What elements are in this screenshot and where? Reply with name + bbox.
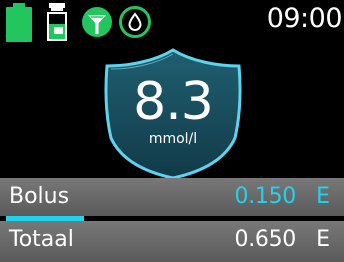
total-unit: E <box>316 227 330 252</box>
bolus-unit: E <box>316 184 330 209</box>
total-row[interactable]: Totaal 0.650 E <box>0 221 344 262</box>
sensor-icon <box>82 7 112 37</box>
status-bar: 09:00 <box>0 0 344 44</box>
pump-home-screen: 09:00 8.3 mmol/l Bolus 0.150 E Totaal 0.… <box>0 0 344 262</box>
bolus-label: Bolus <box>9 184 70 209</box>
bg-value: 8.3 <box>133 72 214 132</box>
total-label: Totaal <box>9 227 74 252</box>
battery-icon <box>6 3 32 42</box>
bolus-row[interactable]: Bolus 0.150 E <box>0 178 344 216</box>
clock-time: 09:00 <box>266 3 343 34</box>
total-value: 0.650 <box>234 227 297 252</box>
calibration-drop-icon <box>119 6 151 38</box>
bg-reading-shield[interactable]: 8.3 mmol/l <box>99 44 247 182</box>
reservoir-icon <box>47 3 67 41</box>
bolus-value: 0.150 <box>234 184 297 209</box>
bg-unit: mmol/l <box>148 131 198 147</box>
